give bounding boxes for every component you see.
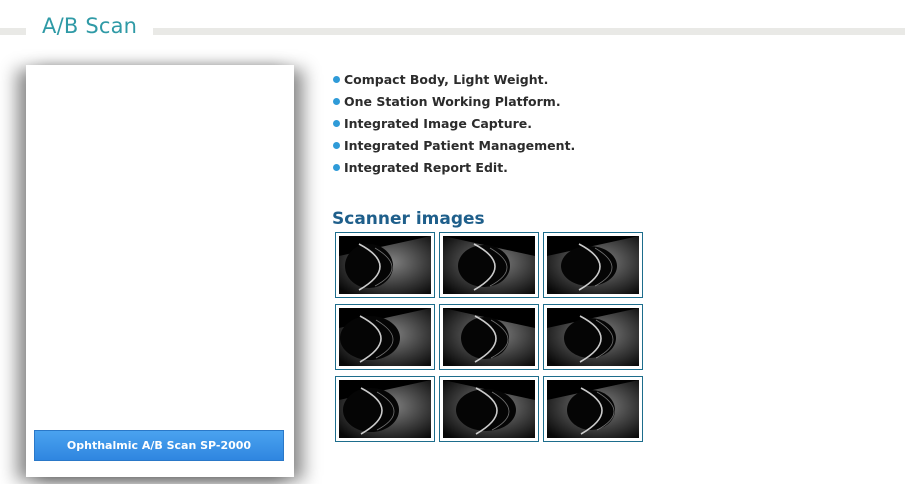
ultrasound-image (443, 308, 535, 366)
page-title-box: A/B Scan (26, 8, 154, 44)
page-title: A/B Scan (42, 14, 138, 38)
feature-text: Integrated Patient Management. (344, 137, 576, 153)
ultrasound-image (339, 236, 431, 294)
scan-thumbnail[interactable] (335, 232, 435, 298)
bullet-icon (333, 141, 340, 149)
bullet-icon (333, 163, 340, 171)
feature-text: Compact Body, Light Weight. (344, 71, 549, 87)
bullet-icon (333, 119, 340, 127)
feature-item: Integrated Patient Management. (333, 134, 575, 156)
product-image-panel (26, 65, 294, 477)
ultrasound-image (547, 380, 639, 438)
scan-thumbnail[interactable] (439, 232, 539, 298)
scan-thumbnail[interactable] (439, 376, 539, 442)
ultrasound-image (339, 380, 431, 438)
ultrasound-image (339, 308, 431, 366)
feature-item: Integrated Report Edit. (333, 156, 575, 178)
feature-list: Compact Body, Light Weight. One Station … (333, 68, 575, 178)
scan-thumbnail[interactable] (543, 232, 643, 298)
scan-thumbnail[interactable] (439, 304, 539, 370)
ultrasound-image (547, 308, 639, 366)
ultrasound-image (547, 236, 639, 294)
scan-thumbnail[interactable] (335, 304, 435, 370)
bullet-icon (333, 75, 340, 83)
scanner-image-gallery (335, 232, 644, 442)
product-name-button[interactable]: Ophthalmic A/B Scan SP-2000 (34, 430, 284, 461)
feature-text: Integrated Image Capture. (344, 115, 533, 131)
gallery-title: Scanner images (332, 209, 485, 229)
ultrasound-image (443, 380, 535, 438)
bullet-icon (333, 97, 340, 105)
feature-item: Compact Body, Light Weight. (333, 68, 575, 90)
feature-item: One Station Working Platform. (333, 90, 575, 112)
scan-thumbnail[interactable] (543, 304, 643, 370)
feature-text: Integrated Report Edit. (344, 159, 508, 175)
ultrasound-image (443, 236, 535, 294)
feature-item: Integrated Image Capture. (333, 112, 575, 134)
scan-thumbnail[interactable] (335, 376, 435, 442)
feature-text: One Station Working Platform. (344, 93, 561, 109)
scan-thumbnail[interactable] (543, 376, 643, 442)
